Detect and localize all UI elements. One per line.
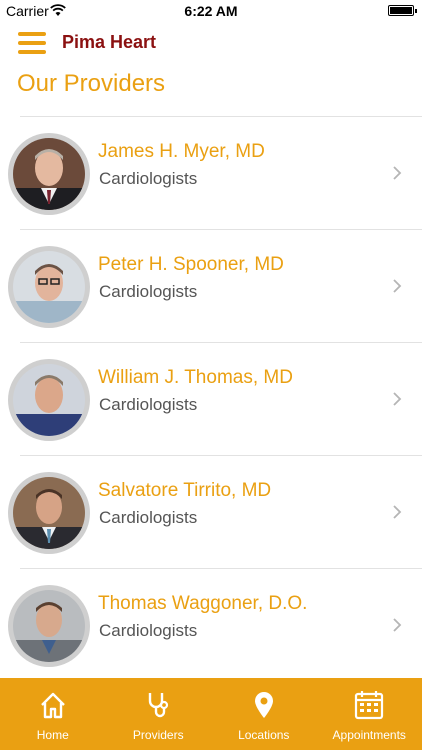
menu-icon-bar (18, 50, 46, 54)
avatar (8, 359, 90, 441)
chevron-right-icon (393, 505, 402, 519)
provider-photo (13, 251, 85, 323)
provider-name: Peter H. Spooner, MD (98, 254, 284, 275)
avatar (8, 133, 90, 215)
tab-locations[interactable]: Locations (211, 678, 317, 750)
menu-icon-bar (18, 41, 46, 45)
provider-name: Thomas Waggoner, D.O. (98, 593, 308, 614)
avatar (8, 472, 90, 554)
chevron-right-icon (393, 618, 402, 632)
provider-list: James H. Myer, MD Cardiologists Peter H.… (0, 116, 422, 681)
provider-row[interactable]: Thomas Waggoner, D.O. Cardiologists (8, 568, 422, 681)
status-time: 6:22 AM (184, 3, 238, 19)
battery-icon (388, 5, 417, 16)
provider-specialty: Cardiologists (99, 395, 198, 414)
provider-row[interactable]: William J. Thomas, MD Cardiologists (8, 342, 422, 455)
app-header: Pima Heart (0, 26, 422, 62)
tab-label: Home (36, 728, 69, 742)
provider-row[interactable]: Salvatore Tirrito, MD Cardiologists (8, 455, 422, 568)
provider-photo (13, 477, 85, 549)
home-icon (40, 692, 65, 719)
provider-specialty: Cardiologists (99, 621, 198, 640)
tab-bar: Home Providers Locations Appointments (0, 678, 422, 750)
tab-label: Appointments (332, 728, 406, 742)
avatar (8, 585, 90, 667)
provider-name: William J. Thomas, MD (98, 367, 293, 388)
provider-name: Salvatore Tirrito, MD (98, 480, 272, 501)
tab-home[interactable]: Home (0, 678, 106, 750)
chevron-right-icon (393, 166, 402, 180)
tab-appointments[interactable]: Appointments (317, 678, 422, 750)
page-title: Our Providers (17, 70, 166, 97)
provider-specialty: Cardiologists (99, 508, 198, 527)
map-pin-icon (254, 692, 273, 718)
provider-row[interactable]: Peter H. Spooner, MD Cardiologists (8, 229, 422, 342)
menu-button[interactable] (18, 32, 46, 54)
avatar (8, 246, 90, 328)
provider-name: James H. Myer, MD (98, 141, 265, 162)
provider-photo (13, 364, 85, 436)
provider-row[interactable]: James H. Myer, MD Cardiologists (8, 116, 422, 229)
app-title: Pima Heart (62, 32, 157, 52)
tab-label: Providers (132, 728, 184, 742)
chevron-right-icon (393, 392, 402, 406)
provider-photo (13, 590, 85, 662)
menu-icon-bar (18, 32, 46, 36)
chevron-right-icon (393, 279, 402, 293)
provider-specialty: Cardiologists (99, 169, 198, 188)
tab-label: Locations (238, 728, 290, 742)
status-bar: Carrier 6:22 AM (0, 0, 422, 22)
stethoscope-icon (149, 693, 169, 718)
tab-providers[interactable]: Providers (106, 678, 212, 750)
provider-photo (13, 138, 85, 210)
provider-specialty: Cardiologists (99, 282, 198, 301)
calendar-icon (355, 691, 384, 720)
